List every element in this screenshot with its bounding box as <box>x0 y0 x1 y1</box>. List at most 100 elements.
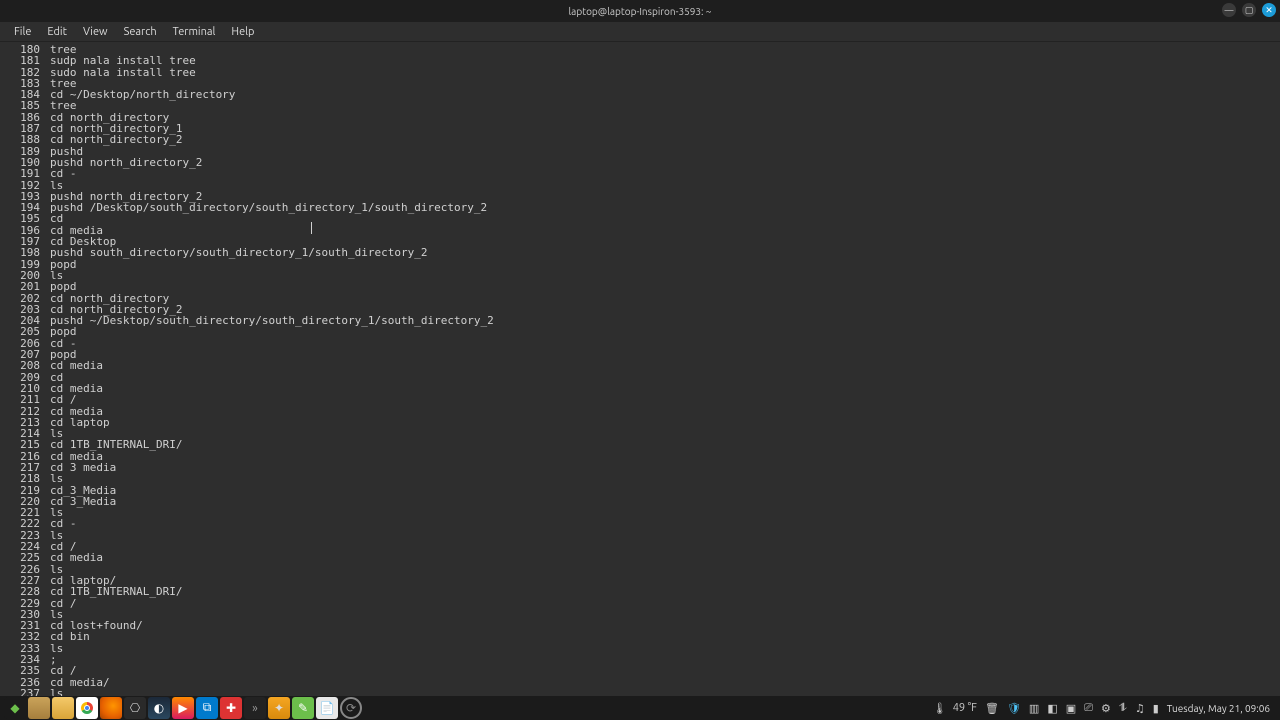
history-line: 208cd media <box>8 360 1272 371</box>
history-line: 214ls <box>8 428 1272 439</box>
history-line: 201 popd <box>8 281 1272 292</box>
app-icon-orange[interactable]: ✦ <box>268 697 290 719</box>
audio-icon[interactable]: ♫ <box>1135 702 1145 715</box>
command-text: cd 1TB_INTERNAL_DRI/ <box>50 586 182 597</box>
history-line: 180tree <box>8 44 1272 55</box>
file-manager-icon[interactable] <box>52 697 74 719</box>
taskbar: ◆ ⎔ ◐ ▶ ⧉ ✚ » ✦ ✎ 📄 ⟳ 🌡 49 °F 🗑 🛡 ▥ ◧ ▣ … <box>0 696 1280 720</box>
app-icon-green[interactable]: ✎ <box>292 697 314 719</box>
chrome-icon[interactable] <box>76 697 98 719</box>
history-line: 229cd / <box>8 598 1272 609</box>
history-line: 230ls <box>8 609 1272 620</box>
tray-icon-1[interactable]: ▥ <box>1029 702 1039 715</box>
menu-help[interactable]: Help <box>223 24 262 40</box>
shield-icon[interactable]: 🛡 <box>1007 702 1021 715</box>
command-text: popd <box>50 281 77 292</box>
history-line: 185tree <box>8 100 1272 111</box>
history-line: 202cd north_directory <box>8 293 1272 304</box>
menu-search[interactable]: Search <box>116 24 165 40</box>
line-number: 225 <box>8 552 40 563</box>
line-number: 188 <box>8 134 40 145</box>
tray-icon-2[interactable]: ◧ <box>1047 702 1057 715</box>
history-line: 211 cd / <box>8 394 1272 405</box>
menu-view[interactable]: View <box>75 24 116 40</box>
history-line: 217cd 3 media <box>8 462 1272 473</box>
line-number: 201 <box>8 281 40 292</box>
tray-icon-5[interactable]: ⚙ <box>1101 702 1111 715</box>
menu-launcher-icon[interactable]: ◆ <box>4 697 26 719</box>
command-text: ls <box>50 473 63 484</box>
history-line: 182sudo nala install tree <box>8 67 1272 78</box>
command-text: pushd /Desktop/south_directory/south_dir… <box>50 202 487 213</box>
terminal-output[interactable]: 180tree181 sudp nala install tree182sudo … <box>0 42 1280 696</box>
text-editor-icon[interactable]: 📄 <box>316 697 338 719</box>
history-line: 196cd media <box>8 225 1272 236</box>
vscode-icon[interactable]: ⧉ <box>196 697 218 719</box>
command-text: cd / <box>50 665 77 676</box>
history-line: 207popd <box>8 349 1272 360</box>
tray-icon-3[interactable]: ▣ <box>1066 702 1076 715</box>
tray-icon-4[interactable]: ⎚ <box>1084 702 1093 715</box>
clock[interactable]: Tuesday, May 21, 09:06 <box>1167 703 1270 714</box>
history-line: 236cd media/ <box>8 677 1272 688</box>
menu-edit[interactable]: Edit <box>39 24 75 40</box>
history-line: 212cd media <box>8 406 1272 417</box>
command-text: cd media <box>50 552 103 563</box>
media-player-icon[interactable]: ▶ <box>172 697 194 719</box>
history-line: 181 sudp nala install tree <box>8 55 1272 66</box>
history-line: 228cd 1TB_INTERNAL_DRI/ <box>8 586 1272 597</box>
history-line: 205popd <box>8 326 1272 337</box>
history-line: 216cd media <box>8 451 1272 462</box>
history-line: 199popd <box>8 259 1272 270</box>
battery-icon[interactable]: ▮ <box>1153 702 1159 715</box>
history-line: 235cd / <box>8 665 1272 676</box>
command-text: cd / <box>50 394 77 405</box>
history-line: 224cd / <box>8 541 1272 552</box>
command-text: cd 1TB_INTERNAL_DRI/ <box>50 439 182 450</box>
text-cursor-icon <box>311 222 312 234</box>
line-number: 237 <box>8 688 40 696</box>
history-line: 184cd ~/Desktop/north_directory <box>8 89 1272 100</box>
temperature-value: 49 °F <box>953 702 977 714</box>
history-line: 198 pushd south_directory/south_directory… <box>8 247 1272 258</box>
command-text: sudp nala install tree <box>50 55 196 66</box>
history-line: 232cd bin <box>8 631 1272 642</box>
menu-terminal[interactable]: Terminal <box>165 24 224 40</box>
line-number: 198 <box>8 247 40 258</box>
menu-file[interactable]: File <box>6 24 39 40</box>
line-number: 218 <box>8 473 40 484</box>
command-text: pushd ~/Desktop/south_directory/south_di… <box>50 315 494 326</box>
app-icon-dark[interactable]: » <box>244 697 266 719</box>
line-number: 215 <box>8 439 40 450</box>
line-number: 191 <box>8 168 40 179</box>
history-line: 234; <box>8 654 1272 665</box>
history-line: 200ls <box>8 270 1272 281</box>
app-icon-generic-1[interactable]: ⎔ <box>124 697 146 719</box>
show-desktop-icon[interactable] <box>28 697 50 719</box>
maximize-button[interactable]: ▢ <box>1242 3 1256 17</box>
history-line: 227cd laptop/ <box>8 575 1272 586</box>
history-line: 191 cd - <box>8 168 1272 179</box>
history-line: 213cd laptop <box>8 417 1272 428</box>
update-manager-icon[interactable]: ⟳ <box>340 697 362 719</box>
weather-tray[interactable]: 🌡 49 °F <box>933 702 977 715</box>
history-line: 186cd north_directory <box>8 112 1272 123</box>
command-text: pushd south_directory/south_directory_1/… <box>50 247 428 258</box>
history-line: 190pushd north_directory_2 <box>8 157 1272 168</box>
close-button[interactable]: ✕ <box>1262 3 1276 17</box>
command-text: cd - <box>50 168 77 179</box>
history-line: 210cd media <box>8 383 1272 394</box>
history-line: 226ls <box>8 564 1272 575</box>
line-number: 208 <box>8 360 40 371</box>
steam-icon[interactable]: ◐ <box>148 697 170 719</box>
line-number: 181 <box>8 55 40 66</box>
history-line: 209cd <box>8 372 1272 383</box>
history-line: 237ls <box>8 688 1272 696</box>
app-icon-red[interactable]: ✚ <box>220 697 242 719</box>
network-icon[interactable]: ⥮ <box>1119 702 1127 715</box>
firefox-icon[interactable] <box>100 697 122 719</box>
history-line: 215 cd 1TB_INTERNAL_DRI/ <box>8 439 1272 450</box>
minimize-button[interactable]: — <box>1222 3 1236 17</box>
trash-icon[interactable]: 🗑 <box>985 702 999 715</box>
line-number: 211 <box>8 394 40 405</box>
